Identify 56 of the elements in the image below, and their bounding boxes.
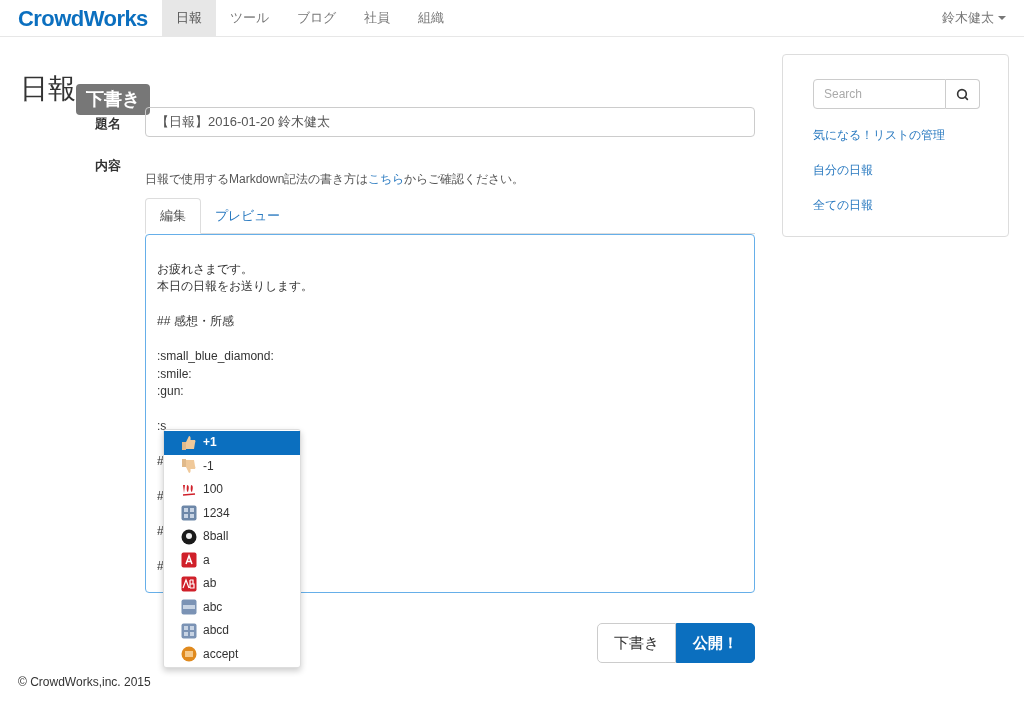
thumbs-down-icon (181, 458, 197, 475)
suggestion-item[interactable]: -1 (164, 454, 300, 478)
draft-button[interactable]: 下書き (597, 623, 676, 663)
nav-item[interactable]: 日報 (161, 0, 216, 36)
field-label: 題名 (94, 115, 122, 133)
footer-text: © CrowdWorks,inc. 2015 (18, 674, 152, 691)
search-field[interactable]: Search (813, 79, 946, 109)
title-field[interactable]: 【日報】2016-01-20 鈴木健太 (145, 107, 755, 137)
page-title: 日報 (20, 75, 76, 103)
help-link[interactable]: こちら (368, 172, 405, 186)
thumbs-up-icon (181, 434, 197, 451)
abcd-key-icon (181, 622, 197, 639)
editor-line: :s (157, 418, 167, 435)
letters-ab-icon (181, 575, 197, 592)
sidebar-link[interactable]: 気になる！リストの管理 (813, 126, 1008, 144)
sidebar-link[interactable]: 自分の日報 (813, 161, 1008, 179)
editor-line: お疲れさまです。 (157, 260, 253, 278)
editor-line: :gun: (157, 383, 184, 400)
publish-button[interactable]: 公開！ (676, 623, 755, 663)
editor-line: ## 感想・所感 (157, 313, 234, 330)
help-text: 日報で使用するMarkdown記法の書き方はこちらからご確認ください。 (145, 171, 526, 188)
billiard-ball-icon (181, 528, 197, 545)
nav-item[interactable]: ブログ (282, 0, 350, 36)
suggestion-item[interactable]: ab (164, 572, 300, 596)
nav-item[interactable]: ツール (215, 0, 283, 36)
editor-line: # (157, 523, 164, 540)
nav-item[interactable]: 社員 (349, 0, 404, 36)
nav-item[interactable]: 組織 (403, 0, 458, 36)
suggestion-item[interactable]: 100 (164, 478, 300, 502)
letter-a-icon (181, 552, 197, 569)
suggestion-item[interactable]: abc (164, 595, 300, 619)
suggestion-item[interactable]: abcd (164, 619, 300, 643)
sidebar-link[interactable]: 全ての日報 (813, 196, 1008, 214)
search-icon (956, 87, 969, 101)
editor-line: # (157, 488, 164, 505)
user-menu[interactable]: 鈴木健太 (942, 0, 1006, 36)
draft-label: 下書き (76, 84, 150, 115)
editor-tab[interactable]: 編集 (145, 198, 201, 234)
editor-line: :smile: (157, 365, 192, 383)
suggestion-item[interactable]: accept (164, 642, 300, 666)
abc-key-icon (181, 599, 197, 616)
suggestion-item[interactable]: a (164, 548, 300, 572)
editor-tab[interactable]: プレビュー (201, 198, 294, 233)
search-button[interactable] (946, 79, 980, 109)
editor-line: 本日の日報をお送りします。 (157, 278, 313, 295)
caret-icon (998, 16, 1006, 20)
field-label: 内容 (94, 157, 122, 175)
accept-icon (181, 646, 197, 663)
suggestion-item[interactable]: 1234 (164, 501, 300, 525)
editor-line: # (157, 558, 164, 575)
suggestion-item[interactable]: 8ball (164, 525, 300, 549)
editor-line: :small_blue_diamond: (157, 348, 274, 365)
editor-line: # (157, 453, 164, 470)
suggestion-item[interactable]: +1 (164, 431, 300, 455)
number-keys-icon (181, 505, 197, 522)
brand-logo[interactable]: CrowdWorks (18, 0, 148, 36)
